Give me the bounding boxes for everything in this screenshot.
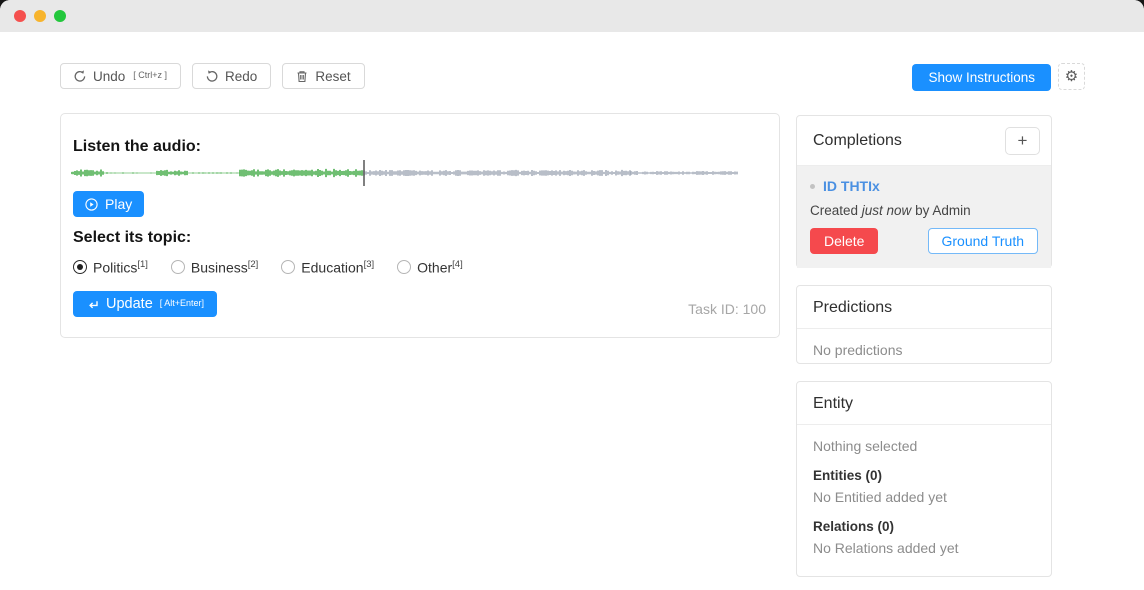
radio-education[interactable]: Education[3] bbox=[281, 259, 374, 276]
app-window: Undo [ Ctrl+z ] Redo Reset Show Instructi… bbox=[0, 0, 1144, 590]
completion-id-row[interactable]: ID THTIx bbox=[810, 178, 1038, 194]
close-window-icon[interactable] bbox=[14, 10, 26, 22]
undo-label: Undo bbox=[93, 69, 125, 84]
update-shortcut: [ Alt+Enter] bbox=[160, 298, 204, 308]
relations-section: Relations (0) No Relations added yet bbox=[813, 519, 1035, 556]
settings-gear-icon[interactable]: ⚙ bbox=[1058, 63, 1085, 90]
no-predictions-text: No predictions bbox=[813, 342, 1035, 358]
undo-button[interactable]: Undo [ Ctrl+z ] bbox=[60, 63, 181, 89]
choice-label: Other[4] bbox=[417, 259, 463, 276]
radio-other[interactable]: Other[4] bbox=[397, 259, 463, 276]
enter-icon bbox=[86, 298, 99, 311]
audio-prompt: Listen the audio: bbox=[73, 138, 201, 156]
window-titlebar bbox=[0, 0, 1144, 32]
completion-created-text: Created just now by Admin bbox=[810, 203, 1038, 218]
entity-panel: Entity Nothing selected Entities (0) No … bbox=[796, 381, 1052, 577]
predictions-header: Predictions bbox=[797, 286, 1051, 329]
radio-business[interactable]: Business[2] bbox=[171, 259, 258, 276]
trash-icon bbox=[296, 70, 308, 83]
choice-label: Politics[1] bbox=[93, 259, 148, 276]
bullet-icon bbox=[810, 184, 815, 189]
audio-waveform[interactable] bbox=[71, 160, 741, 186]
topic-choices: Politics[1] Business[2] Education[3] Oth… bbox=[73, 259, 463, 276]
redo-button[interactable]: Redo bbox=[192, 63, 271, 89]
entities-empty-text: No Entitied added yet bbox=[813, 489, 1035, 505]
maximize-window-icon[interactable] bbox=[54, 10, 66, 22]
radio-icon bbox=[281, 260, 295, 274]
completion-id-link[interactable]: ID THTIx bbox=[823, 178, 880, 194]
task-id: Task ID: 100 bbox=[688, 301, 766, 317]
add-completion-button[interactable]: + bbox=[1005, 127, 1040, 155]
predictions-panel: Predictions No predictions bbox=[796, 285, 1052, 364]
entities-section: Entities (0) No Entitied added yet bbox=[813, 468, 1035, 505]
radio-icon bbox=[397, 260, 411, 274]
completion-actions: Delete Ground Truth bbox=[810, 228, 1038, 254]
radio-politics[interactable]: Politics[1] bbox=[73, 259, 148, 276]
redo-icon bbox=[206, 70, 218, 82]
play-icon bbox=[85, 198, 98, 211]
completions-header: Completions + bbox=[797, 116, 1051, 166]
radio-icon bbox=[171, 260, 185, 274]
radio-icon bbox=[73, 260, 87, 274]
entity-title: Entity bbox=[813, 395, 853, 413]
topic-prompt: Select its topic: bbox=[73, 229, 191, 247]
delete-button[interactable]: Delete bbox=[810, 228, 878, 254]
predictions-title: Predictions bbox=[813, 299, 892, 317]
completions-panel: Completions + ID THTIx Created just now … bbox=[796, 115, 1052, 268]
completion-item[interactable]: ID THTIx Created just now by Admin Delet… bbox=[797, 166, 1051, 268]
minimize-window-icon[interactable] bbox=[34, 10, 46, 22]
entity-header: Entity bbox=[797, 382, 1051, 425]
update-label: Update bbox=[106, 296, 153, 312]
undo-icon bbox=[74, 70, 86, 82]
redo-label: Redo bbox=[225, 69, 257, 84]
show-instructions-label: Show Instructions bbox=[928, 70, 1035, 85]
undo-shortcut: [ Ctrl+z ] bbox=[133, 70, 167, 80]
reset-button[interactable]: Reset bbox=[282, 63, 364, 89]
play-label: Play bbox=[105, 196, 132, 212]
nothing-selected-text: Nothing selected bbox=[813, 438, 1035, 454]
play-button[interactable]: Play bbox=[73, 191, 144, 217]
history-toolbar: Undo [ Ctrl+z ] Redo Reset bbox=[60, 63, 365, 89]
ground-truth-button[interactable]: Ground Truth bbox=[928, 228, 1039, 254]
update-button[interactable]: Update [ Alt+Enter] bbox=[73, 291, 217, 317]
choice-label: Business[2] bbox=[191, 259, 258, 276]
reset-label: Reset bbox=[315, 69, 350, 84]
relations-count: Relations (0) bbox=[813, 519, 1035, 534]
labeling-task-card: Listen the audio: Play Select its topic:… bbox=[60, 113, 780, 338]
entities-count: Entities (0) bbox=[813, 468, 1035, 483]
relations-empty-text: No Relations added yet bbox=[813, 540, 1035, 556]
completions-title: Completions bbox=[813, 132, 902, 150]
show-instructions-button[interactable]: Show Instructions bbox=[912, 64, 1051, 91]
choice-label: Education[3] bbox=[301, 259, 374, 276]
